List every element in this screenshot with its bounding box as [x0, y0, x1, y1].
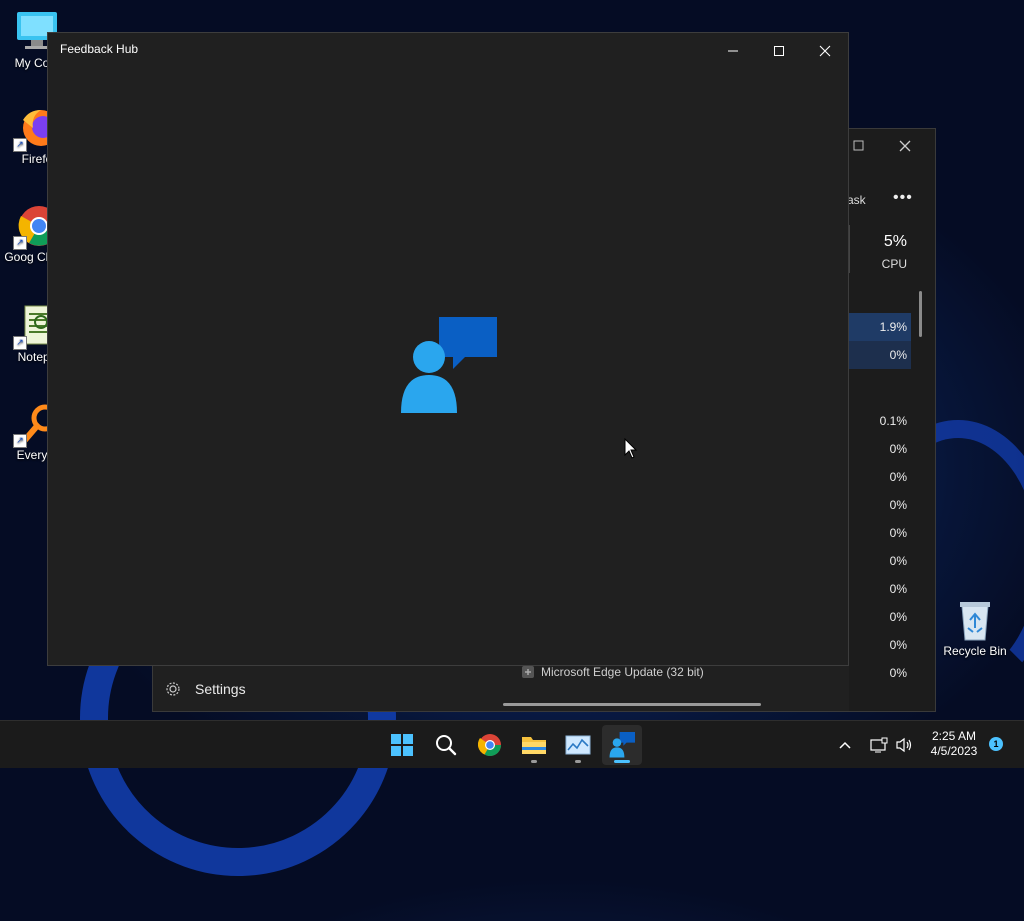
- maximize-button[interactable]: [845, 137, 873, 157]
- task-manager-icon: [565, 735, 591, 755]
- settings-label: Settings: [195, 681, 246, 697]
- clock-time: 2:25 AM: [931, 729, 977, 743]
- chevron-up-icon: [839, 741, 851, 749]
- cpu-cell[interactable]: 0%: [849, 341, 911, 369]
- taskbar-chrome[interactable]: [470, 725, 510, 765]
- feedback-hub-logo-icon: [401, 317, 497, 413]
- cpu-column-header[interactable]: CPU: [853, 257, 907, 271]
- search-icon: [436, 735, 457, 756]
- gear-icon: [166, 682, 180, 696]
- mouse-cursor-icon: [624, 438, 638, 459]
- clock[interactable]: 2:25 AM 4/5/2023: [918, 729, 990, 759]
- running-indicator: [575, 760, 581, 763]
- close-button[interactable]: [891, 137, 919, 157]
- taskbar: 2:25 AM 4/5/2023: [0, 720, 1024, 768]
- column-separator: [849, 225, 850, 273]
- search-button[interactable]: [426, 725, 466, 765]
- cpu-total-percent: 5%: [883, 233, 907, 250]
- cpu-cell[interactable]: 0%: [849, 631, 911, 659]
- cpu-cell[interactable]: 0%: [849, 463, 911, 491]
- taskbar-task-manager[interactable]: [558, 725, 598, 765]
- running-indicator: [531, 760, 537, 763]
- cpu-cell[interactable]: 0%: [849, 659, 911, 687]
- network-icon: [870, 737, 888, 753]
- minimize-button[interactable]: [710, 37, 756, 65]
- cpu-cell[interactable]: 0%: [849, 519, 911, 547]
- windows-start-icon: [391, 734, 413, 756]
- horizontal-scrollbar[interactable]: [503, 703, 761, 706]
- cpu-cell[interactable]: 0%: [849, 435, 911, 463]
- taskbar-file-explorer[interactable]: [514, 725, 554, 765]
- shortcut-arrow-icon: ↗: [13, 434, 27, 448]
- settings-nav-item[interactable]: Settings: [165, 677, 246, 701]
- feedback-hub-icon: [609, 732, 635, 758]
- vertical-scrollbar[interactable]: [919, 291, 922, 337]
- maximize-icon: [853, 140, 864, 151]
- shortcut-arrow-icon: ↗: [13, 336, 27, 350]
- cpu-cell[interactable]: 1.9%: [849, 313, 911, 341]
- network-status[interactable]: [870, 721, 888, 769]
- cpu-cell[interactable]: 0.1%: [849, 407, 911, 435]
- process-row[interactable]: Microsoft Edge Update (32 bit): [521, 665, 704, 679]
- clock-date: 4/5/2023: [930, 744, 978, 758]
- taskbar-feedback-hub[interactable]: [602, 725, 642, 765]
- feedback-hub-window[interactable]: Feedback Hub: [47, 32, 849, 666]
- recycle-bin-icon: [953, 598, 997, 642]
- shortcut-arrow-icon: ↗: [13, 138, 27, 152]
- cpu-cell[interactable]: 0%: [849, 491, 911, 519]
- active-indicator: [614, 760, 630, 763]
- desktop-icon-recycle-bin[interactable]: Recycle Bin: [938, 598, 1012, 658]
- chrome-icon: [478, 734, 501, 756]
- cpu-cell[interactable]: 0%: [849, 603, 911, 631]
- minimize-icon: [728, 50, 738, 52]
- cpu-cell[interactable]: 0%: [849, 575, 911, 603]
- maximize-icon: [774, 46, 784, 56]
- cpu-cell[interactable]: 0%: [849, 547, 911, 575]
- file-explorer-icon: [522, 737, 546, 754]
- edge-update-icon: [522, 666, 534, 678]
- speaker-icon: [896, 737, 912, 753]
- window-title: Feedback Hub: [60, 42, 139, 56]
- close-button[interactable]: [802, 37, 848, 65]
- close-icon: [819, 45, 831, 57]
- volume-control[interactable]: [895, 721, 913, 769]
- start-button[interactable]: [382, 725, 422, 765]
- show-hidden-icons-button[interactable]: [838, 721, 852, 769]
- notification-badge[interactable]: 1: [989, 737, 1003, 751]
- process-name: Microsoft Edge Update (32 bit): [541, 665, 704, 679]
- maximize-button[interactable]: [756, 37, 802, 65]
- desktop-icon-label: Recycle Bin: [943, 644, 1007, 658]
- more-options-button[interactable]: •••: [893, 189, 913, 207]
- close-icon: [899, 140, 911, 152]
- end-task-button[interactable]: ask: [847, 193, 866, 207]
- shortcut-arrow-icon: ↗: [13, 236, 27, 250]
